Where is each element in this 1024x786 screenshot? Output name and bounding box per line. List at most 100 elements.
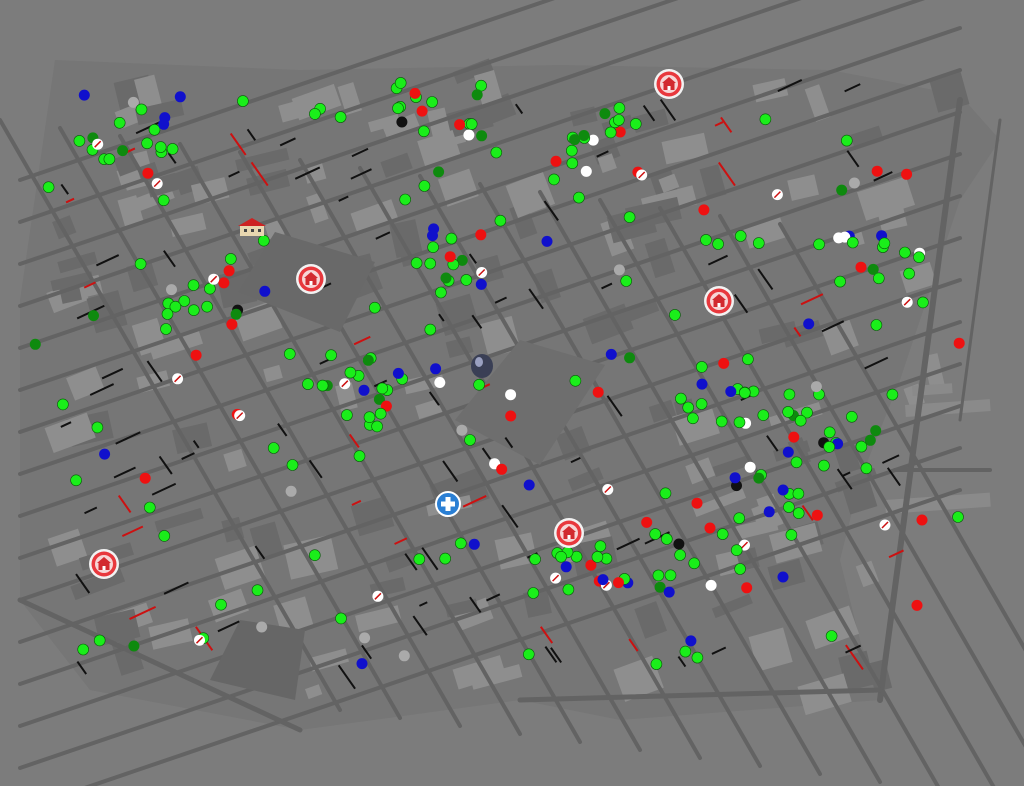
map-dot[interactable] bbox=[223, 265, 235, 277]
map-dot[interactable] bbox=[358, 384, 370, 396]
map-dot[interactable] bbox=[901, 168, 913, 180]
map-dot[interactable] bbox=[623, 211, 636, 223]
map-dot[interactable] bbox=[490, 146, 503, 159]
map-dot[interactable] bbox=[757, 409, 770, 422]
map-dot[interactable] bbox=[234, 410, 246, 422]
map-dot[interactable] bbox=[541, 235, 553, 247]
map-dot[interactable] bbox=[256, 621, 268, 633]
map-dot[interactable] bbox=[716, 528, 729, 540]
map-dot[interactable] bbox=[454, 119, 466, 131]
map-dot[interactable] bbox=[548, 173, 560, 186]
map-dot[interactable] bbox=[154, 141, 167, 153]
map-dot[interactable] bbox=[810, 381, 822, 393]
map-dot[interactable] bbox=[613, 264, 625, 276]
map-dot[interactable] bbox=[78, 89, 90, 101]
map-dot[interactable] bbox=[309, 108, 321, 120]
dome-icon[interactable] bbox=[471, 354, 493, 378]
map-dot[interactable] bbox=[691, 497, 703, 509]
map-dot[interactable] bbox=[134, 258, 147, 270]
map-dot[interactable] bbox=[103, 153, 116, 165]
map-dot[interactable] bbox=[341, 409, 353, 421]
map-dot[interactable] bbox=[613, 577, 624, 589]
map-dot[interactable] bbox=[372, 590, 384, 602]
map-dot[interactable] bbox=[128, 640, 140, 652]
map-dot[interactable] bbox=[362, 354, 374, 366]
map-dot[interactable] bbox=[886, 388, 899, 401]
map-dot[interactable] bbox=[374, 407, 387, 420]
map-dot[interactable] bbox=[427, 241, 439, 253]
map-dot[interactable] bbox=[825, 630, 838, 642]
map-dot[interactable] bbox=[592, 386, 604, 398]
map-dot[interactable] bbox=[636, 169, 648, 181]
map-dot[interactable] bbox=[435, 286, 447, 299]
map-dot[interactable] bbox=[629, 118, 642, 130]
map-dot[interactable] bbox=[952, 511, 964, 523]
map-dot[interactable] bbox=[785, 529, 798, 541]
map-dot[interactable] bbox=[663, 586, 675, 598]
map-dot[interactable] bbox=[225, 253, 237, 265]
map-dot[interactable] bbox=[409, 87, 421, 99]
map-dot[interactable] bbox=[649, 528, 662, 540]
map-dot[interactable] bbox=[194, 634, 205, 646]
map-dot[interactable] bbox=[440, 272, 452, 284]
map-dot[interactable] bbox=[730, 544, 743, 557]
map-dot[interactable] bbox=[335, 612, 347, 625]
map-dot[interactable] bbox=[456, 424, 468, 436]
map-dot[interactable] bbox=[376, 382, 389, 395]
map-dot[interactable] bbox=[836, 184, 848, 196]
map-dot[interactable] bbox=[733, 416, 746, 429]
map-dot[interactable] bbox=[259, 285, 271, 297]
map-dot[interactable] bbox=[476, 267, 488, 278]
map-dot[interactable] bbox=[523, 479, 535, 491]
map-dot[interactable] bbox=[759, 113, 772, 126]
map-dot[interactable] bbox=[652, 569, 665, 582]
map-dot[interactable] bbox=[144, 501, 156, 514]
map-dot[interactable] bbox=[792, 487, 805, 500]
map-dot[interactable] bbox=[674, 549, 686, 561]
map-dot[interactable] bbox=[529, 553, 541, 566]
map-dot[interactable] bbox=[580, 165, 592, 177]
map-dot[interactable] bbox=[777, 484, 789, 496]
map-dot[interactable] bbox=[733, 512, 746, 525]
map-dot[interactable] bbox=[392, 102, 404, 114]
map-dot[interactable] bbox=[465, 118, 478, 130]
map-dot[interactable] bbox=[782, 446, 794, 458]
map-dot[interactable] bbox=[695, 361, 708, 373]
map-dot[interactable] bbox=[29, 338, 41, 350]
map-dot[interactable] bbox=[464, 434, 476, 446]
map-dot[interactable] bbox=[505, 389, 517, 401]
map-dot[interactable] bbox=[685, 635, 697, 647]
map-dot[interactable] bbox=[158, 118, 170, 130]
map-dot[interactable] bbox=[215, 598, 227, 611]
map-dot[interactable] bbox=[42, 181, 55, 193]
map-dot[interactable] bbox=[901, 296, 913, 308]
plus-badge-icon[interactable] bbox=[435, 491, 461, 517]
map-dot[interactable] bbox=[803, 318, 815, 330]
map-dot[interactable] bbox=[187, 279, 200, 292]
map-dot[interactable] bbox=[476, 130, 488, 142]
map-dot[interactable] bbox=[738, 386, 751, 399]
map-dot[interactable] bbox=[113, 117, 126, 129]
map-dot[interactable] bbox=[416, 105, 428, 117]
map-dot[interactable] bbox=[913, 251, 925, 264]
map-dot[interactable] bbox=[916, 514, 928, 526]
map-dot[interactable] bbox=[316, 379, 329, 392]
map-dot[interactable] bbox=[675, 392, 687, 405]
map-dot[interactable] bbox=[560, 561, 572, 573]
map-dot[interactable] bbox=[659, 487, 672, 500]
map-dot[interactable] bbox=[172, 373, 184, 385]
map-dot[interactable] bbox=[475, 278, 487, 290]
map-dot[interactable] bbox=[496, 463, 508, 475]
map-dot[interactable] bbox=[679, 645, 692, 658]
map-dot[interactable] bbox=[445, 232, 458, 245]
map-dot[interactable] bbox=[201, 300, 213, 313]
map-dot[interactable] bbox=[418, 180, 431, 192]
map-dot[interactable] bbox=[860, 462, 873, 475]
map-dot[interactable] bbox=[93, 634, 106, 647]
map-dot[interactable] bbox=[257, 234, 270, 247]
house-badge-icon[interactable] bbox=[554, 518, 584, 548]
house-badge-icon[interactable] bbox=[89, 549, 119, 579]
map-dot[interactable] bbox=[715, 415, 728, 428]
map-dot[interactable] bbox=[811, 509, 823, 521]
map-dot[interactable] bbox=[424, 323, 437, 336]
